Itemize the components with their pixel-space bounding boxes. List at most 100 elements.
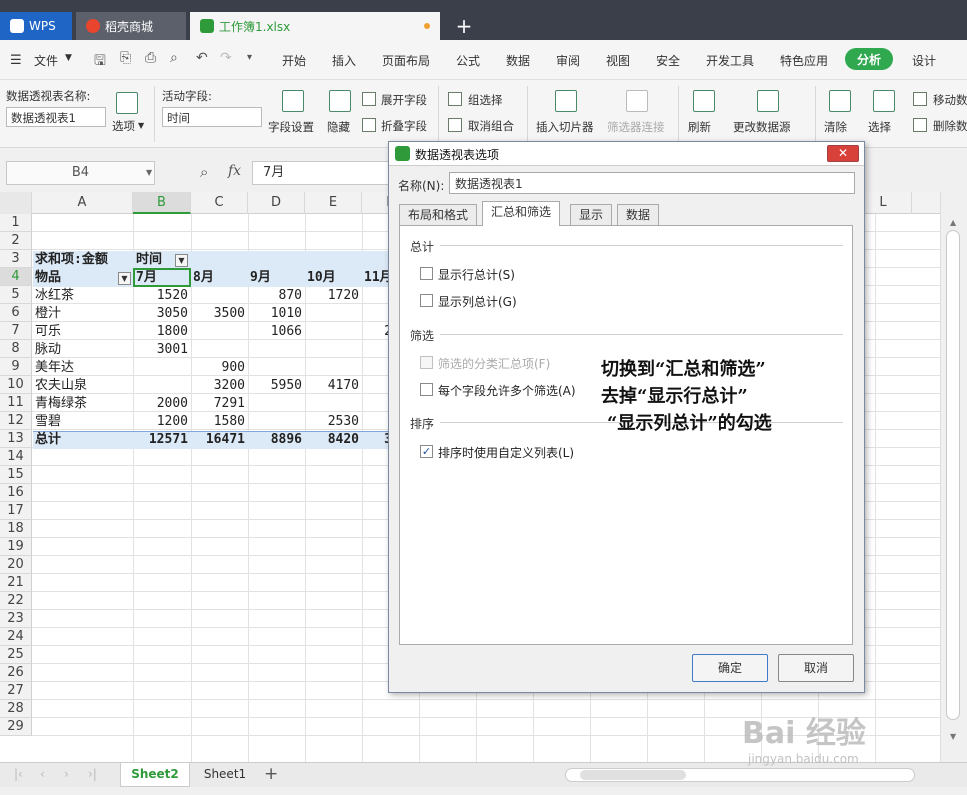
sheet-tab-active[interactable]: Sheet2	[120, 763, 190, 787]
horizontal-scroll-thumb[interactable]	[580, 770, 686, 780]
row-header[interactable]: 29	[0, 718, 32, 736]
pivot-value-cell[interactable]: 900	[195, 359, 245, 377]
row-header[interactable]: 6	[0, 304, 32, 322]
delete-icon[interactable]	[913, 118, 927, 132]
tab-layout-format[interactable]: 布局和格式	[399, 204, 478, 226]
menu-page-layout[interactable]: 页面布局	[382, 52, 430, 69]
clear-button[interactable]: 清除	[824, 119, 847, 135]
fx-icon[interactable]: fx	[228, 163, 241, 179]
cancel-button[interactable]: 取消	[778, 654, 854, 682]
pivot-value-cell[interactable]: 1580	[195, 413, 245, 431]
pivot-value-cell[interactable]	[342, 395, 392, 413]
options-icon[interactable]	[116, 92, 138, 114]
pivot-value-cell[interactable]: 1520	[138, 287, 188, 305]
pivot-value-cell[interactable]: 2	[342, 323, 392, 341]
collapse-field-button[interactable]: 折叠字段	[381, 118, 427, 134]
refresh-icon[interactable]	[693, 90, 715, 112]
row-header[interactable]: 15	[0, 466, 32, 484]
row-header[interactable]: 3	[0, 250, 32, 268]
pivot-value-cell[interactable]	[252, 413, 302, 431]
pivot-name-field[interactable]: 数据透视表1	[449, 172, 855, 194]
row-header[interactable]: 2	[0, 232, 32, 250]
pivot-value-cell[interactable]	[195, 323, 245, 341]
field-settings-button[interactable]: 字段设置	[268, 119, 314, 135]
filter-subtotal-checkbox[interactable]	[420, 356, 433, 369]
tab-workbook[interactable]: 工作簿1.xlsx	[190, 12, 440, 40]
menu-start[interactable]: 开始	[282, 52, 306, 69]
sheet-nav-last-icon[interactable]: ›|	[88, 767, 97, 781]
print-preview-icon[interactable]: ⌕	[170, 50, 178, 66]
pivot-row-label[interactable]: 美年达	[35, 359, 74, 377]
time-filter-dropdown-icon[interactable]: ▼	[175, 254, 188, 267]
pivot-value-cell[interactable]: 1200	[138, 413, 188, 431]
menu-analyze[interactable]: 分析	[845, 48, 893, 70]
tab-display[interactable]: 显示	[570, 204, 613, 226]
pivot-value-cell[interactable]: 3200	[195, 377, 245, 395]
row-header[interactable]: 10	[0, 376, 32, 394]
row-header[interactable]: 12	[0, 412, 32, 430]
pivot-value-cell[interactable]	[252, 359, 302, 377]
vertical-scroll-thumb[interactable]	[946, 230, 960, 720]
name-box[interactable]: B4	[6, 161, 155, 185]
row-header[interactable]: 14	[0, 448, 32, 466]
scroll-up-icon[interactable]: ▲	[950, 218, 956, 227]
pivot-total-label[interactable]: 总计	[35, 431, 61, 449]
row-header[interactable]: 26	[0, 664, 32, 682]
expand-field-button[interactable]: 展开字段	[381, 92, 427, 108]
insert-slicer-button[interactable]: 插入切片器	[536, 119, 594, 135]
row-header[interactable]: 19	[0, 538, 32, 556]
pivot-value-cell[interactable]	[342, 413, 392, 431]
pivot-value-cell[interactable]: 1066	[252, 323, 302, 341]
new-tab-button[interactable]: +	[452, 12, 476, 40]
print-icon[interactable]: ⎙	[145, 50, 156, 66]
pivot-value-cell[interactable]: 1800	[138, 323, 188, 341]
pivot-row-label[interactable]: 农夫山泉	[35, 377, 87, 395]
hamburger-icon[interactable]: ☰	[10, 53, 22, 68]
redo-icon[interactable]: ↷	[220, 50, 232, 66]
pivot-value-cell[interactable]	[342, 377, 392, 395]
row-header[interactable]: 20	[0, 556, 32, 574]
column-header[interactable]: A	[32, 192, 133, 214]
pivot-value-cell[interactable]: 2000	[138, 395, 188, 413]
sheet-nav-first-icon[interactable]: |‹	[14, 767, 23, 781]
pivot-row-label[interactable]: 脉动	[35, 341, 61, 359]
save-icon[interactable]: 🖫	[94, 50, 106, 74]
menu-special[interactable]: 特色应用	[780, 52, 828, 69]
ungroup-button[interactable]: 取消组合	[468, 118, 514, 134]
row-header[interactable]: 4	[0, 268, 32, 286]
delete-button[interactable]: 删除数	[933, 118, 967, 134]
pivot-value-cell[interactable]	[342, 287, 392, 305]
sheet-nav-next-icon[interactable]: ›	[64, 767, 69, 781]
name-box-dropdown-icon[interactable]: ▼	[146, 168, 152, 177]
collapse-field-icon[interactable]	[362, 118, 376, 132]
move-button[interactable]: 移动数	[933, 92, 967, 108]
formula-input[interactable]: 7月	[252, 161, 392, 185]
pivot-value-cell[interactable]: 3050	[138, 305, 188, 323]
pivot-value-cell[interactable]	[342, 341, 392, 359]
pivot-row-label[interactable]: 可乐	[35, 323, 61, 341]
row-header[interactable]: 17	[0, 502, 32, 520]
menu-dev-tools[interactable]: 开发工具	[706, 52, 754, 69]
select-icon[interactable]	[873, 90, 895, 112]
item-filter-dropdown-icon[interactable]: ▼	[118, 272, 131, 285]
row-header[interactable]: 25	[0, 646, 32, 664]
pivot-name-input[interactable]: 数据透视表1	[6, 107, 106, 127]
clear-icon[interactable]	[829, 90, 851, 112]
menu-data[interactable]: 数据	[506, 52, 530, 69]
row-header[interactable]: 9	[0, 358, 32, 376]
pivot-value-cell[interactable]	[195, 341, 245, 359]
pivot-value-cell[interactable]: 7291	[195, 395, 245, 413]
row-header[interactable]: 7	[0, 322, 32, 340]
sheet-tab[interactable]: Sheet1	[194, 763, 256, 787]
menu-file[interactable]: 文件	[34, 52, 58, 69]
pivot-row-label[interactable]: 橙汁	[35, 305, 61, 323]
hide-icon[interactable]	[329, 90, 351, 112]
pivot-total-cell[interactable]: 8896	[247, 431, 302, 449]
move-icon[interactable]	[913, 92, 927, 106]
pivot-value-cell[interactable]: 870	[252, 287, 302, 305]
vertical-scrollbar[interactable]: ▲ ▼	[940, 192, 967, 762]
menu-view[interactable]: 视图	[606, 52, 630, 69]
zoom-search-icon[interactable]: ⌕	[200, 163, 208, 181]
pivot-value-cell[interactable]	[138, 377, 188, 395]
row-header[interactable]: 24	[0, 628, 32, 646]
